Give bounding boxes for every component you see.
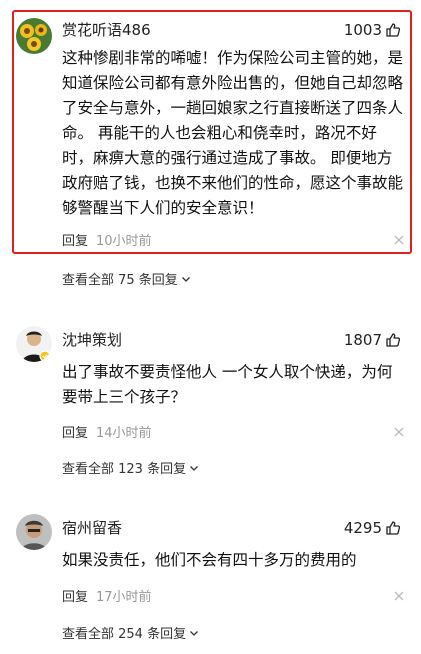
- view-replies-label: 查看全部 123 条回复: [62, 462, 187, 477]
- like-count: 1807: [343, 331, 382, 349]
- username[interactable]: 沈坤策划: [62, 330, 122, 350]
- chevron-down-icon: [190, 465, 199, 471]
- view-replies-link[interactable]: 查看全部 123 条回复: [62, 458, 200, 477]
- chevron-down-icon: [181, 276, 190, 282]
- close-icon[interactable]: [393, 234, 405, 246]
- username[interactable]: 宿州留香: [62, 518, 122, 538]
- view-replies-link[interactable]: 查看全部 75 条回复: [62, 269, 192, 288]
- thumbs-up-icon: [386, 521, 401, 535]
- reply-button[interactable]: 回复: [62, 422, 88, 441]
- like-button[interactable]: 4295: [344, 518, 401, 538]
- like-count: 4295: [343, 519, 382, 537]
- view-replies-link[interactable]: 查看全部 254 条回复: [62, 623, 200, 642]
- comment-item: 赏花听语486 1003 这种惨剧非常的唏嘘！作为保险公司主管的她，是知道保险公…: [0, 18, 421, 318]
- comment-meta: 回复 10小时前: [62, 230, 152, 249]
- avatar[interactable]: [16, 18, 52, 54]
- comment-text: 这种惨剧非常的唏嘘！作为保险公司主管的她，是知道保险公司都有意外险出售的，但她自…: [62, 49, 404, 217]
- comment-meta: 回复 14小时前: [62, 422, 152, 441]
- comment-item: 宿州留香 4295 如果没责任，他们不会有四十多万的费用的 回复 17小时前 查…: [0, 514, 421, 654]
- like-count: 1003: [343, 21, 382, 39]
- timestamp: 17小时前: [96, 590, 152, 605]
- timestamp: 14小时前: [96, 426, 152, 441]
- view-replies-label: 查看全部 75 条回复: [62, 273, 178, 288]
- comment-text: 如果没责任，他们不会有四十多万的费用的: [62, 551, 357, 569]
- thumbs-up-icon: [386, 333, 401, 347]
- view-replies-label: 查看全部 254 条回复: [62, 627, 187, 642]
- avatar[interactable]: [16, 514, 52, 550]
- comment-item: 沈坤策划 1807 出了事故不要责怪他人 一个女人取个快递，为何要带上三个孩子？…: [0, 326, 421, 477]
- reply-button[interactable]: 回复: [62, 586, 88, 605]
- timestamp: 10小时前: [96, 234, 152, 249]
- close-icon[interactable]: [393, 426, 405, 438]
- comment-text: 出了事故不要责怪他人 一个女人取个快递，为何要带上三个孩子？: [62, 363, 393, 406]
- comment-feed: 赏花听语486 1003 这种惨剧非常的唏嘘！作为保险公司主管的她，是知道保险公…: [0, 0, 421, 654]
- thumbs-up-icon: [386, 23, 401, 37]
- comment-meta: 回复 17小时前: [62, 586, 152, 605]
- close-icon[interactable]: [393, 590, 405, 602]
- reply-button[interactable]: 回复: [62, 230, 88, 249]
- like-button[interactable]: 1003: [344, 20, 401, 40]
- like-button[interactable]: 1807: [344, 330, 401, 350]
- username[interactable]: 赏花听语486: [62, 20, 151, 40]
- avatar[interactable]: [16, 326, 52, 362]
- chevron-down-icon: [190, 630, 199, 636]
